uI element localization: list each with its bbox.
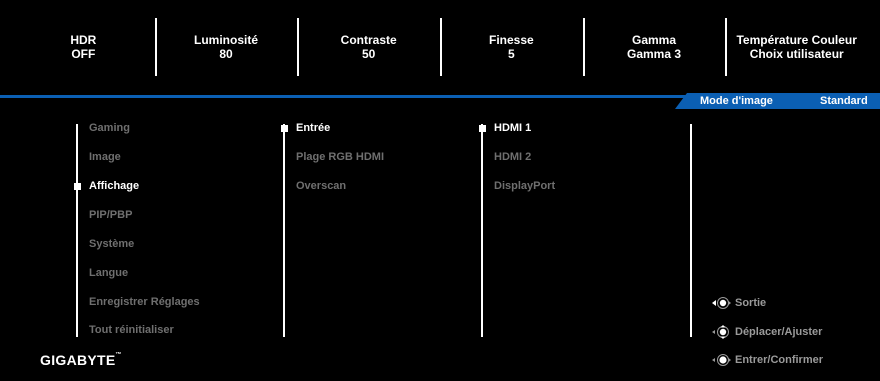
status-contrast: Contraste 50 <box>297 8 440 86</box>
menu-item-system[interactable]: Système <box>89 238 134 250</box>
submenu-item-input[interactable]: Entrée <box>296 122 330 134</box>
submenu-item-rgb-range[interactable]: Plage RGB HDMI <box>296 151 384 163</box>
picture-mode-label: Mode d'image <box>700 95 773 107</box>
option-hdmi-2[interactable]: HDMI 2 <box>494 151 531 163</box>
status-value: Choix utilisateur <box>749 47 844 61</box>
selection-marker <box>281 125 288 132</box>
status-title: Finesse <box>489 33 534 47</box>
status-title: Température Couleur <box>736 33 857 47</box>
menu-item-language[interactable]: Langue <box>89 267 128 279</box>
help-label: Entrer/Confirmer <box>735 354 824 366</box>
help-label: Sortie <box>735 297 767 309</box>
status-title: Contraste <box>340 33 397 47</box>
status-bar: HDR OFF Luminosité 80 Contraste 50 Fines… <box>12 8 868 86</box>
status-brightness: Luminosité 80 <box>154 8 298 86</box>
status-title: Luminosité <box>194 33 259 47</box>
status-value: Gamma 3 <box>627 47 682 61</box>
submenu-item-overscan[interactable]: Overscan <box>296 180 346 192</box>
status-sharpness: Finesse 5 <box>440 8 583 86</box>
column-divider <box>690 124 692 337</box>
column-divider <box>283 124 285 337</box>
menu-item-gaming[interactable]: Gaming <box>89 122 130 134</box>
option-displayport[interactable]: DisplayPort <box>494 180 555 192</box>
status-value: 50 <box>362 47 376 61</box>
status-color-temperature: Température Couleur Choix utilisateur <box>725 8 868 86</box>
status-gamma: Gamma Gamma 3 <box>582 8 726 86</box>
menu-item-reset-all[interactable]: Tout réinitialiser <box>89 324 174 336</box>
status-title: HDR <box>70 33 97 47</box>
help-navigate-adjust: Déplacer/Ajuster <box>710 325 822 339</box>
joystick-updown-icon <box>712 325 729 339</box>
joystick-left-icon <box>712 297 731 309</box>
status-value: 5 <box>508 47 515 61</box>
menu-item-save-settings[interactable]: Enregistrer Réglages <box>89 296 200 308</box>
selection-marker <box>74 183 81 190</box>
selection-marker <box>479 125 486 132</box>
column-divider <box>481 124 483 337</box>
status-title: Gamma <box>632 33 677 47</box>
column-divider <box>76 124 78 337</box>
osd-screen: HDR OFF Luminosité 80 Contraste 50 Fines… <box>0 0 880 381</box>
status-hdr: HDR OFF <box>12 8 155 86</box>
option-hdmi-1[interactable]: HDMI 1 <box>494 122 531 134</box>
help-exit: Sortie <box>710 296 766 310</box>
menu-item-image[interactable]: Image <box>89 151 121 163</box>
menu-item-pip-pbp[interactable]: PIP/PBP <box>89 209 132 221</box>
gigabyte-logo: GIGABYTE™ <box>40 352 122 368</box>
joystick-press-icon <box>712 354 731 366</box>
status-value: OFF <box>71 47 96 61</box>
help-enter-confirm: Entrer/Confirmer <box>710 353 823 367</box>
picture-mode-value: Standard <box>820 95 868 107</box>
menu-item-display[interactable]: Affichage <box>89 180 139 192</box>
status-value: 80 <box>219 47 233 61</box>
help-label: Déplacer/Ajuster <box>735 326 823 338</box>
